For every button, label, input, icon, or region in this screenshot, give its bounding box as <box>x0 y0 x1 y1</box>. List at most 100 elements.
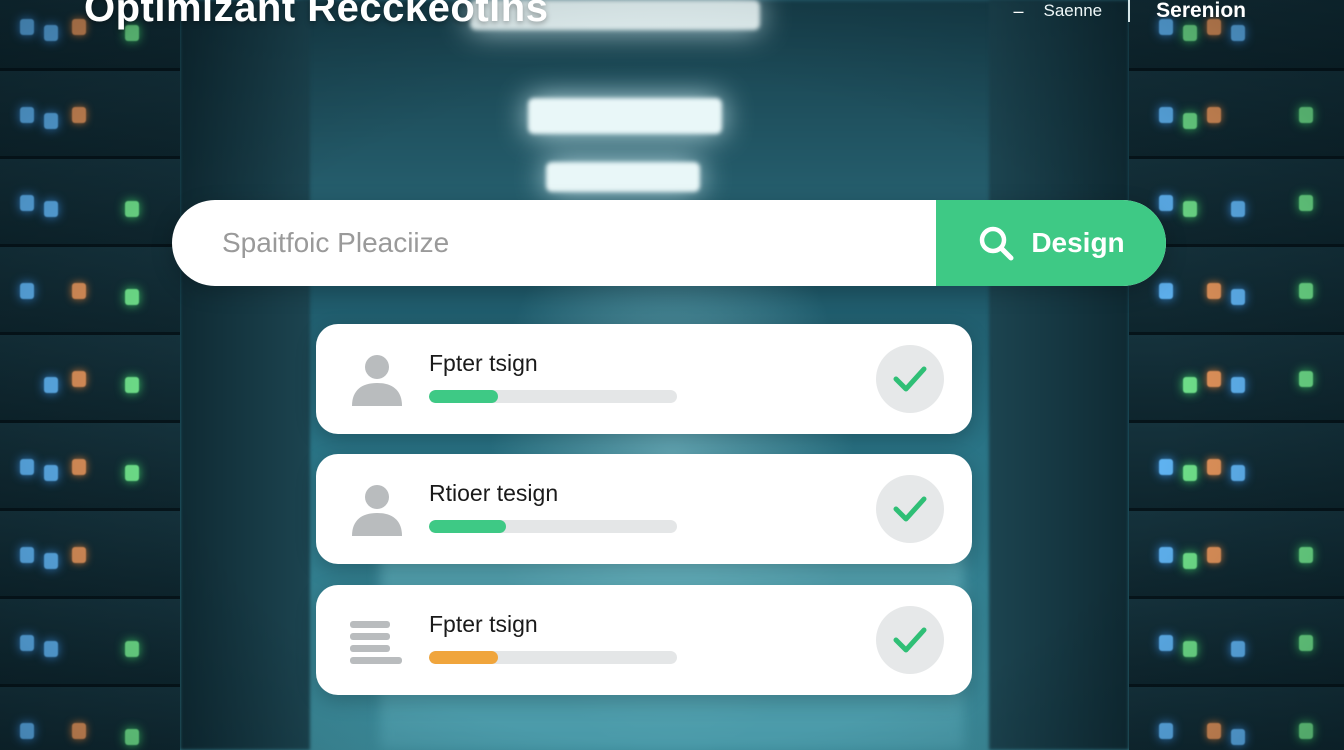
status-led <box>1159 459 1173 475</box>
status-led <box>1183 465 1197 481</box>
status-led <box>125 729 139 745</box>
status-led <box>1183 377 1197 393</box>
status-led <box>44 113 58 129</box>
server-unit <box>0 596 180 685</box>
status-led <box>1231 465 1245 481</box>
status-led <box>20 195 34 211</box>
search-button-label: Design <box>1031 227 1125 258</box>
check-icon <box>893 627 927 653</box>
result-card[interactable]: Fpter tsign <box>316 324 972 434</box>
status-led <box>1207 459 1221 475</box>
server-unit <box>0 244 180 333</box>
status-led <box>1159 195 1173 211</box>
design-search-button[interactable]: Design <box>936 200 1166 286</box>
approve-button[interactable] <box>876 606 944 674</box>
status-led <box>72 459 86 475</box>
status-led <box>20 635 34 651</box>
server-unit <box>1129 68 1344 157</box>
user-icon <box>352 485 402 536</box>
progress-fill <box>429 520 506 533</box>
status-led <box>1231 641 1245 657</box>
nav-link-saenne[interactable]: Saenne <box>1044 1 1103 21</box>
status-led <box>1183 25 1197 41</box>
status-led <box>1183 553 1197 569</box>
status-led <box>1299 195 1313 211</box>
status-led <box>1231 289 1245 305</box>
status-led <box>1299 283 1313 299</box>
progress-fill <box>429 651 499 664</box>
progress-bar <box>429 390 677 403</box>
server-rack <box>1129 0 1344 750</box>
status-led <box>1207 547 1221 563</box>
server-unit <box>1129 596 1344 685</box>
status-led <box>1159 283 1173 299</box>
status-led <box>1159 547 1173 563</box>
status-led <box>20 459 34 475</box>
status-led <box>44 465 58 481</box>
server-unit <box>0 68 180 157</box>
check-icon <box>893 496 927 522</box>
status-led <box>1159 107 1173 123</box>
server-unit <box>1129 508 1344 597</box>
server-unit <box>0 684 180 750</box>
status-led <box>72 547 86 563</box>
approve-button[interactable] <box>876 345 944 413</box>
search-bar: Design <box>172 200 1166 286</box>
status-led <box>1207 371 1221 387</box>
server-unit <box>1129 332 1344 421</box>
status-led <box>1299 547 1313 563</box>
server-rack <box>0 0 180 750</box>
server-unit <box>0 332 180 421</box>
status-led <box>125 289 139 305</box>
search-icon <box>980 226 1014 261</box>
server-unit <box>1129 420 1344 509</box>
result-card[interactable]: Fpter tsign <box>316 585 972 695</box>
menu-dash-icon: – <box>1013 0 1024 21</box>
status-led <box>1299 723 1313 739</box>
server-unit <box>0 156 180 245</box>
list-icon <box>350 621 402 664</box>
status-led <box>44 25 58 41</box>
status-led <box>20 547 34 563</box>
nav-divider <box>1128 0 1131 22</box>
status-led <box>44 641 58 657</box>
progress-bar <box>429 651 677 664</box>
top-nav: – Saenne Serenion <box>1013 0 1246 23</box>
result-title: Rtioer tesign <box>429 480 559 506</box>
ceiling-light <box>546 162 700 192</box>
server-unit <box>1129 684 1344 750</box>
server-rack <box>989 0 1129 750</box>
server-rack <box>180 0 310 750</box>
status-led <box>1231 729 1245 745</box>
progress-bar <box>429 520 677 533</box>
status-led <box>72 371 86 387</box>
status-led <box>1159 635 1173 651</box>
status-led <box>1231 25 1245 41</box>
status-led <box>72 107 86 123</box>
status-led <box>1207 107 1221 123</box>
status-led <box>44 377 58 393</box>
search-input[interactable] <box>172 200 936 286</box>
status-led <box>20 723 34 739</box>
status-led <box>125 465 139 481</box>
ceiling-light <box>528 98 722 134</box>
status-led <box>44 553 58 569</box>
status-led <box>1231 377 1245 393</box>
status-led <box>1231 201 1245 217</box>
server-unit <box>0 420 180 509</box>
status-led <box>20 283 34 299</box>
result-card[interactable]: Rtioer tesign <box>316 454 972 564</box>
status-led <box>1159 723 1173 739</box>
page-title: Optimizant Recckeotins <box>84 0 549 30</box>
status-led <box>1183 201 1197 217</box>
approve-button[interactable] <box>876 475 944 543</box>
status-led <box>1207 723 1221 739</box>
nav-link-serenion[interactable]: Serenion <box>1156 0 1246 23</box>
status-led <box>20 107 34 123</box>
status-led <box>1207 283 1221 299</box>
user-icon <box>352 355 402 406</box>
status-led <box>1183 641 1197 657</box>
status-led <box>1299 635 1313 651</box>
status-led <box>44 201 58 217</box>
status-led <box>1299 107 1313 123</box>
